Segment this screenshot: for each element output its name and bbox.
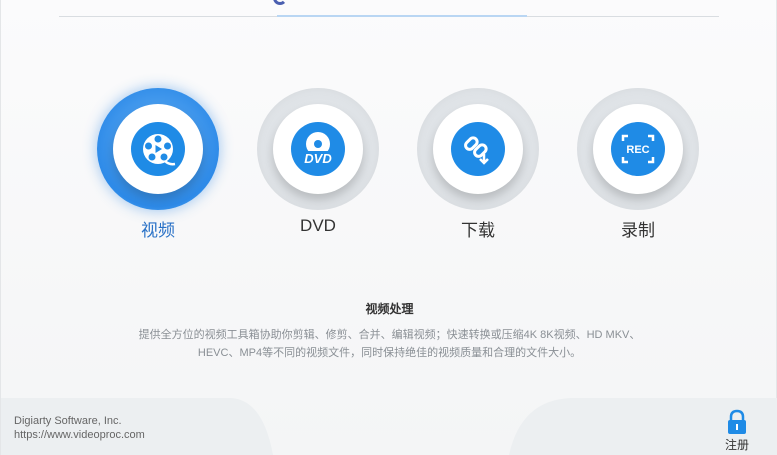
link-download-icon [451,122,505,176]
feature-video-button[interactable]: 视频 [97,88,219,248]
description-title: 视频处理 [365,302,414,316]
company-name: Digiarty Software, Inc. [14,415,122,427]
description-text: 提供全方位的视频工具箱协助你剪辑、修剪、合并、编辑视频；快速转换或压缩4K 8K… [101,326,678,362]
register-label: 注册 [724,438,749,452]
rec-icon-text: REC [626,144,649,156]
dvd-disc-icon: DVD [291,122,345,176]
film-reel-icon [131,122,185,176]
lock-icon [728,409,746,434]
feature-record-button[interactable]: REC 录制 [577,88,699,248]
feature-dvd-button[interactable]: DVD DVD [257,88,379,248]
header-accent-line [277,15,527,17]
feature-label-dvd: DVD [300,216,336,235]
feature-label-download: 下载 [461,221,495,240]
feature-label-video: 视频 [141,221,175,240]
feature-download-button[interactable]: 下载 [417,88,539,248]
description-line-1: 提供全方位的视频工具箱协助你剪辑、修剪、合并、编辑视频；快速转换或压缩4K 8K… [138,329,641,341]
dvd-icon-text: DVD [304,151,332,166]
company-info: Digiarty Software, Inc. https://www.vide… [14,414,145,442]
register-button[interactable]: 注册 [719,408,755,452]
rec-capture-icon: REC [611,122,665,176]
description-line-2: HEVC、MP4等不同的视频文件，同时保持绝佳的视频质量和合理的文件大小。 [197,347,582,359]
app-logo-icon [273,0,287,5]
feature-label-record: 录制 [621,221,655,240]
app-window: 视频 DVD DVD 下载 REC 录制 视频处理 提供全方位的视频工具箱协助你… [0,0,777,455]
company-url: https://www.videoproc.com [14,429,145,441]
